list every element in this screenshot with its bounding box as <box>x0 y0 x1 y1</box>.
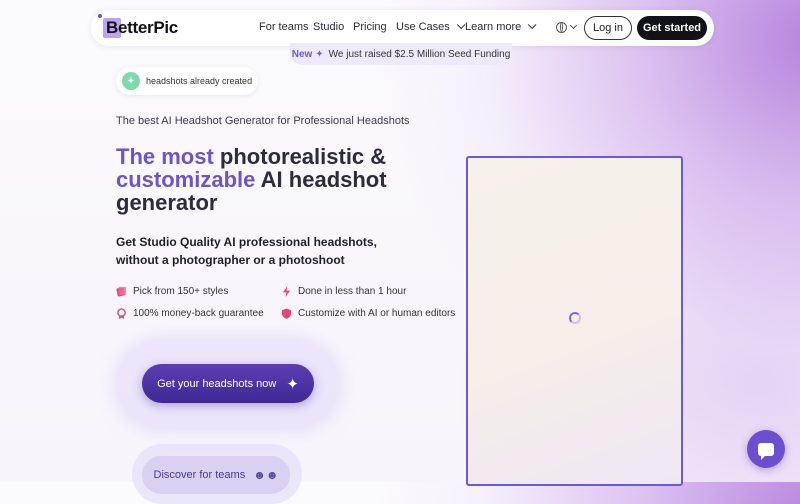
feature-styles: Pick from 150+ styles <box>116 286 228 297</box>
hero-subheading: Get Studio Quality AI professional heads… <box>116 235 377 267</box>
feature-text: Pick from 150+ styles <box>133 286 229 297</box>
globe-icon[interactable] <box>556 22 567 33</box>
feature-speed: Done in less than 1 hour <box>281 286 406 297</box>
feature-customize: Customize with AI or human editors <box>281 308 455 319</box>
nav-link-label: Learn more <box>465 21 522 33</box>
nav-link-label: Use Cases <box>396 21 450 33</box>
nav-link-for-teams[interactable]: For teams <box>259 21 309 33</box>
feature-text: 100% money-back guarantee <box>133 308 264 319</box>
sparkle-icon: ✦ <box>286 375 299 393</box>
get-headshots-button[interactable]: Get your headshots now ✦ <box>142 364 314 403</box>
styles-icon <box>116 286 127 297</box>
brand-logo[interactable]: BetterPic <box>98 14 178 39</box>
title-highlight: customizable <box>116 167 256 192</box>
feature-guarantee: 100% money-back guarantee <box>116 308 264 319</box>
feature-text: Done in less than 1 hour <box>298 286 407 297</box>
cta-label: Get your headshots now <box>157 377 277 390</box>
sparkle-icon: ✦ <box>315 48 324 60</box>
new-tag: New <box>291 48 313 60</box>
loading-spinner-icon <box>569 312 581 324</box>
hero-tagline: The best AI Headshot Generator for Profe… <box>116 115 410 127</box>
guarantee-icon <box>117 308 126 319</box>
login-button[interactable]: Log in <box>584 16 632 40</box>
discover-teams-button[interactable]: Discover for teams ☻☻ <box>142 456 290 494</box>
feature-text: Customize with AI or human editors <box>298 308 456 319</box>
get-started-button[interactable]: Get started <box>637 16 707 40</box>
shield-icon <box>281 308 292 319</box>
announcement-bar[interactable]: New ✦ We just raised $2.5 Million Seed F… <box>290 43 512 65</box>
brand-name: BetterPic <box>106 18 178 37</box>
headshot-preview-frame <box>466 156 683 486</box>
people-icon: ☻☻ <box>253 468 279 482</box>
nav-link-learn-more[interactable]: Learn more <box>465 20 537 33</box>
title-highlight: The most <box>116 144 214 169</box>
badge-text: headshots already created <box>146 76 253 86</box>
hero-title: The most photorealistic & customizable A… <box>116 145 436 214</box>
secondary-cta-label: Discover for teams <box>153 469 246 481</box>
chevron-down-icon[interactable] <box>569 21 578 30</box>
lightning-icon <box>282 286 291 297</box>
nav-link-studio[interactable]: Studio <box>313 21 344 33</box>
chat-bubble-icon <box>758 442 774 460</box>
headshots-created-badge: ✦ headshots already created <box>116 67 258 95</box>
nav-link-use-cases[interactable]: Use Cases <box>396 20 466 33</box>
title-text: photorealistic & <box>219 144 387 169</box>
announcement-text: We just raised $2.5 Million Seed Funding <box>328 48 511 60</box>
chat-widget-button[interactable] <box>747 430 785 468</box>
top-navbar: BetterPic For teams Studio Pricing Use C… <box>91 10 714 46</box>
chevron-down-icon <box>456 20 466 30</box>
sparkle-icon: ✦ <box>122 72 140 90</box>
nav-link-pricing[interactable]: Pricing <box>353 21 387 33</box>
chevron-down-icon <box>528 20 537 30</box>
